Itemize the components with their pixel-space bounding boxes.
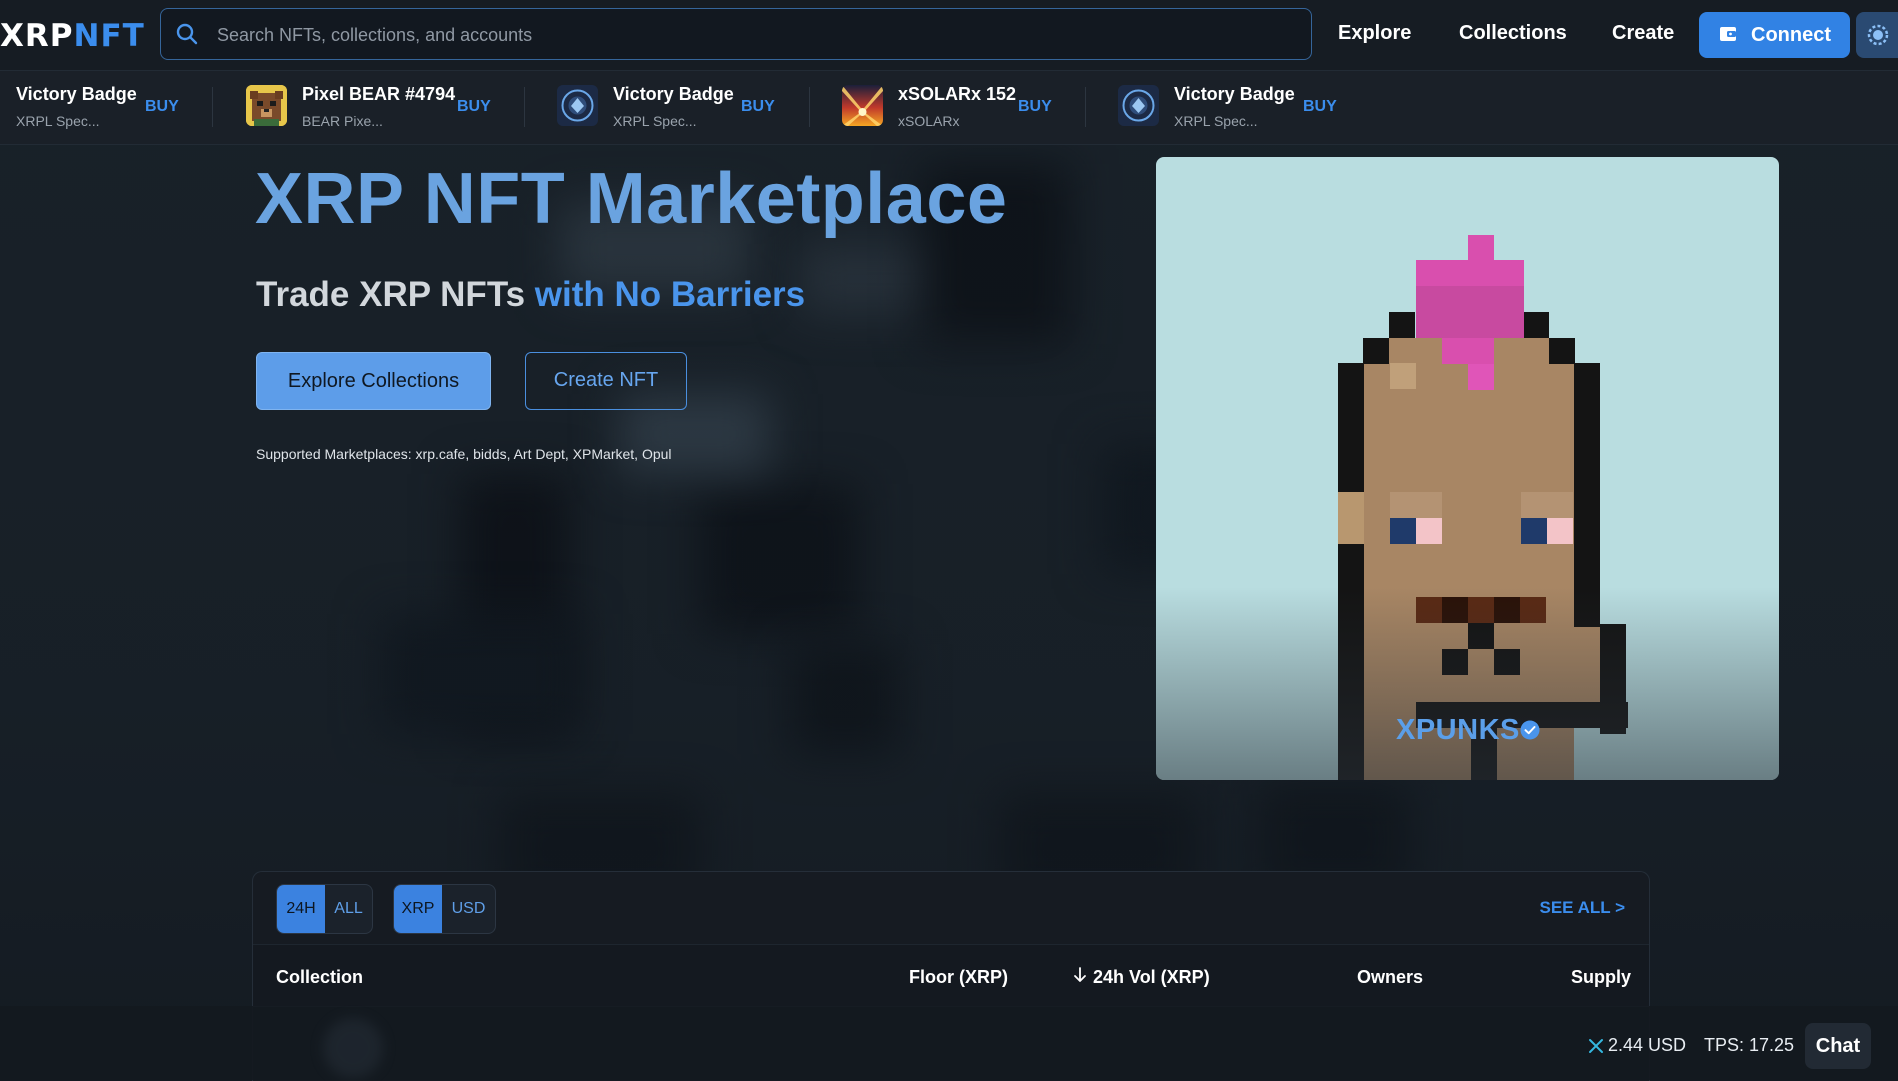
ticker-divider (524, 87, 525, 127)
sun-icon (1867, 24, 1889, 46)
xrp-price-value: 2.44 USD (1608, 1035, 1687, 1055)
ticker-item-thumbnail (1118, 85, 1159, 126)
column-supply[interactable]: Supply (1571, 967, 1631, 988)
column-owners[interactable]: Owners (1357, 967, 1423, 988)
ticker-buy-button[interactable]: BUY (1303, 98, 1337, 116)
ticker-item-thumbnail (246, 85, 287, 126)
nav-collections[interactable]: Collections (1459, 22, 1567, 45)
column-collection[interactable]: Collection (276, 967, 363, 988)
see-all-link[interactable]: SEE ALL > (1540, 898, 1626, 918)
logo-text-xrp: XRP (0, 18, 74, 54)
ticker-item-collection: xSOLARx (898, 113, 960, 129)
image-fade (1156, 587, 1779, 780)
search-bar (160, 8, 1312, 60)
ticker-item-name: Pixel BEAR #4794 (302, 84, 456, 104)
nav-create[interactable]: Create (1612, 22, 1674, 45)
ticker-item-collection: BEAR Pixe... (302, 113, 383, 129)
time-range-toggle: 24H ALL (276, 884, 373, 934)
bear-avatar-icon (246, 85, 287, 126)
ticker-buy-button[interactable]: BUY (457, 98, 491, 116)
subtitle-highlight: with No Barriers (534, 275, 806, 314)
top-navigation-bar: XRPNFT Explore Collections Create Connec… (0, 0, 1898, 71)
ticker-divider (1085, 87, 1086, 127)
sort-descending-icon (1074, 967, 1086, 982)
recent-listings-ticker: Victory Badge XRPL Spec... BUY Pixel BEA… (0, 71, 1898, 145)
ticker-item-name: Victory Badge (1174, 84, 1295, 104)
ticker-divider (212, 87, 213, 127)
currency-xrp[interactable]: XRP (394, 885, 442, 933)
subtitle-text: Trade XRP NFTs (256, 275, 535, 314)
table-row-avatar-placeholder (323, 1018, 383, 1078)
verified-check-icon (1520, 720, 1540, 740)
page-subtitle: Trade XRP NFTs with No Barriers (256, 275, 805, 315)
nav-explore[interactable]: Explore (1338, 22, 1411, 45)
ticker-buy-button[interactable]: BUY (1018, 98, 1052, 116)
time-range-all[interactable]: ALL (325, 885, 372, 933)
ticker-item-collection: XRPL Spec... (1174, 113, 1258, 129)
ticker-item-thumbnail (842, 85, 883, 126)
create-nft-button[interactable]: Create NFT (525, 352, 687, 410)
chat-button[interactable]: Chat (1805, 1023, 1871, 1069)
supported-marketplaces: Supported Marketplaces: xrp.cafe, bidds,… (256, 446, 672, 462)
logo-text-nft: NFT (73, 18, 145, 54)
tps-readout: TPS: 17.25 (1704, 1035, 1795, 1055)
search-input[interactable] (215, 19, 1299, 51)
badge-avatar-icon (557, 85, 598, 126)
ticker-buy-button[interactable]: BUY (741, 98, 775, 116)
connect-wallet-button[interactable]: Connect (1699, 12, 1850, 58)
ticker-buy-button[interactable]: BUY (145, 98, 179, 116)
search-icon (176, 23, 198, 45)
featured-collection-name: XPUNKS (1396, 714, 1520, 746)
ticker-item-collection: XRPL Spec... (16, 113, 100, 129)
theme-toggle-button[interactable] (1856, 12, 1898, 58)
currency-toggle: XRP USD (393, 884, 496, 934)
explore-collections-button[interactable]: Explore Collections (256, 352, 491, 410)
ticker-divider (809, 87, 810, 127)
time-range-24h[interactable]: 24H (277, 885, 325, 933)
wallet-icon (1720, 27, 1736, 41)
currency-usd[interactable]: USD (442, 885, 495, 933)
connect-label: Connect (1751, 24, 1831, 46)
xrp-icon (1589, 1039, 1603, 1053)
ticker-item-collection: XRPL Spec... (613, 113, 697, 129)
column-floor[interactable]: Floor (XRP) (909, 967, 1008, 988)
column-24h-volume[interactable]: 24h Vol (XRP) (1073, 967, 1210, 988)
featured-nft-card[interactable]: XPUNKS (1156, 157, 1779, 780)
xrp-price: 2.44 USD (1588, 1035, 1686, 1056)
page-title: XRP NFT Marketplace (255, 159, 1008, 239)
ticker-item-name: Victory Badge (613, 84, 734, 104)
solar-avatar-icon (842, 85, 883, 126)
badge-avatar-icon (1118, 85, 1159, 126)
ticker-item-name: xSOLARx 152 (898, 84, 1017, 104)
site-logo[interactable]: XRPNFT (0, 18, 145, 54)
ticker-item-name: Victory Badge (16, 84, 137, 104)
ticker-item-thumbnail (557, 85, 598, 126)
column-24h-volume-label: 24h Vol (XRP) (1093, 967, 1210, 987)
